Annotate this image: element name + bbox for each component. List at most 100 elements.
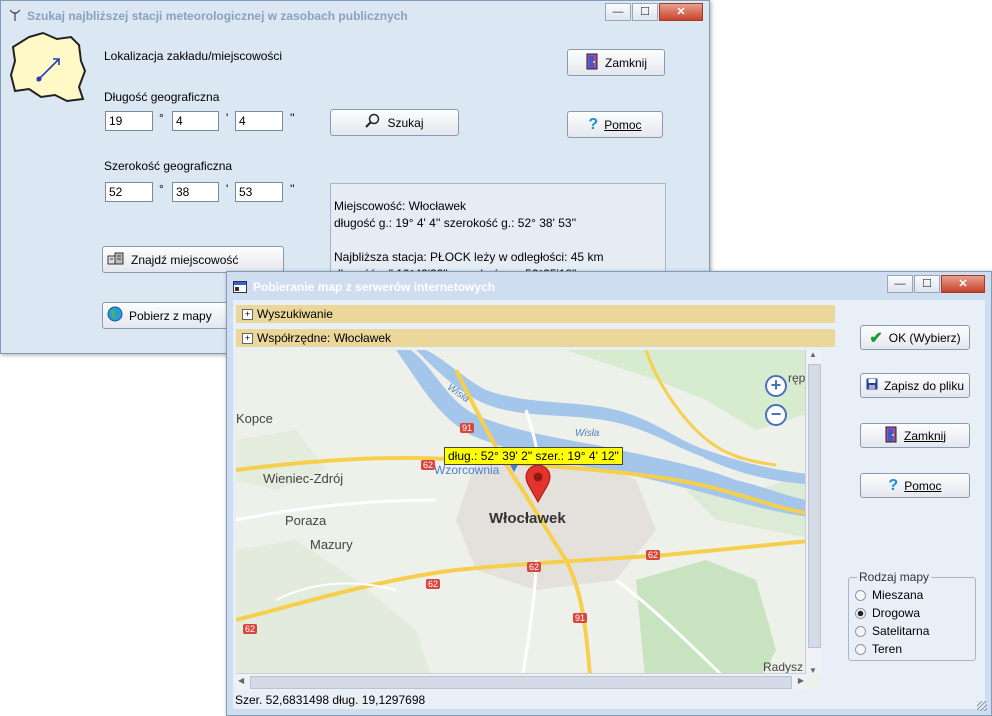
place-label: Poraza	[285, 513, 327, 528]
search-button-label: Szukaj	[387, 115, 424, 130]
minimize-button[interactable]: —	[605, 3, 631, 21]
find-place-button-label: Znajdź miejscowość	[131, 252, 239, 267]
close-button-label: Zamknij	[604, 55, 647, 70]
expand-icon: +	[242, 332, 253, 344]
floppy-disk-icon	[866, 378, 878, 393]
close-window-button[interactable]: ✕	[941, 275, 985, 293]
radio-circle	[855, 643, 866, 655]
latitude-label: Szerokość geograficzna	[104, 159, 233, 173]
scrollbar-thumb[interactable]	[250, 676, 792, 689]
place-label: Kopce	[236, 411, 273, 426]
road-shield: 62	[421, 460, 436, 470]
poland-map-icon	[9, 31, 87, 103]
minute-symbol: '	[226, 111, 229, 125]
latitude-seconds-input[interactable]	[235, 182, 283, 202]
latitude-minutes-input[interactable]	[172, 182, 219, 202]
result-line-station: Najbliższa stacja: PŁOCK leży w odległoś…	[334, 250, 604, 264]
location-label: Lokalizacja zakładu/miejscowości	[104, 49, 283, 63]
horizontal-scrollbar[interactable]: ◀ ▶	[236, 673, 806, 690]
degree-symbol: °	[159, 182, 164, 196]
download-map-button-label: Pobierz z mapy	[129, 308, 212, 323]
result-line-coords: długość g.: 19° 4' 4'' szerokość g.: 52°…	[334, 216, 577, 230]
scrollbar-thumb[interactable]	[808, 364, 821, 648]
expand-icon: +	[242, 308, 253, 320]
longitude-degrees-input[interactable]	[105, 111, 153, 131]
door-icon	[585, 52, 599, 73]
maximize-button[interactable]: ☐	[632, 3, 658, 21]
road-shield: 62	[646, 550, 661, 560]
help-button-label: Pomoc	[904, 478, 942, 493]
place-label: Radysz	[763, 660, 804, 674]
zoom-out-button[interactable]: −	[765, 404, 787, 426]
question-icon: ?	[888, 476, 899, 494]
ok-select-button[interactable]: ✔ OK (Wybierz)	[860, 325, 970, 350]
radio-mixed[interactable]: Mieszana	[855, 588, 923, 602]
longitude-label: Długość geograficzna	[104, 90, 220, 104]
radio-satellite[interactable]: Satelitarna	[855, 624, 929, 638]
minute-symbol: '	[226, 182, 229, 196]
result-line-place: Miejscowość: Włocławek	[334, 199, 467, 213]
section-search[interactable]: + Wyszukiwanie	[236, 305, 835, 323]
search-button[interactable]: Szukaj	[330, 109, 459, 136]
coordinate-tooltip: dług.: 52° 39' 2" szer.: 19° 4' 12"	[444, 447, 623, 465]
radio-label: Mieszana	[872, 588, 924, 602]
map-type-label: Rodzaj mapy	[857, 570, 932, 584]
help-button-label: Pomoc	[604, 117, 642, 132]
city-label: Włocławek	[489, 510, 566, 527]
map-download-window: Pobieranie map z serwerów internetowych …	[226, 271, 992, 716]
second-symbol: ''	[290, 182, 295, 196]
radio-label: Teren	[872, 642, 903, 656]
window-title: Szukaj najbliższej stacji meteorologiczn…	[27, 9, 408, 23]
radio-circle-selected	[855, 607, 866, 619]
find-place-button[interactable]: Znajdź miejscowość	[102, 246, 284, 273]
section-coordinates-label: Współrzędne: Włocławek	[257, 331, 392, 345]
question-icon: ?	[588, 115, 599, 133]
poi-label: Wzorcownia	[434, 463, 500, 477]
minimize-button[interactable]: —	[887, 275, 913, 293]
antenna-icon	[9, 9, 21, 21]
latitude-degrees-input[interactable]	[105, 182, 153, 202]
zoom-in-button[interactable]: +	[765, 375, 787, 397]
section-search-label: Wyszukiwanie	[257, 307, 333, 321]
radio-terrain[interactable]: Teren	[855, 642, 902, 656]
longitude-minutes-input[interactable]	[172, 111, 219, 131]
road-shield: 91	[573, 613, 588, 623]
window-title: Pobieranie map z serwerów internetowych	[253, 280, 496, 294]
second-symbol: ''	[290, 111, 295, 125]
status-bar-text: Szer. 52,6831498 dług. 19,1297698	[235, 693, 426, 707]
door-icon	[884, 425, 898, 446]
close-button[interactable]: Zamknij	[567, 49, 665, 76]
title-bar[interactable]: Pobieranie map z serwerów internetowych …	[227, 272, 991, 300]
place-label: Wieniec-Zdrój	[263, 471, 344, 486]
radio-label: Satelitarna	[872, 624, 930, 638]
radio-label: Drogowa	[872, 606, 921, 620]
vertical-scrollbar[interactable]: ▲ ▼	[805, 350, 822, 675]
help-button[interactable]: ? Pomoc	[860, 473, 970, 498]
download-map-button[interactable]: Pobierz z mapy	[102, 302, 230, 329]
ok-button-label: OK (Wybierz)	[888, 330, 961, 345]
magnifier-icon	[365, 113, 381, 132]
save-button-label: Zapisz do pliku	[883, 378, 965, 393]
radio-road[interactable]: Drogowa	[855, 606, 920, 620]
window-icon	[233, 281, 247, 293]
degree-symbol: °	[159, 111, 164, 125]
save-to-file-button[interactable]: Zapisz do pliku	[860, 373, 970, 398]
close-button[interactable]: Zamknij	[860, 423, 970, 448]
maximize-button[interactable]: ☐	[914, 275, 940, 293]
help-button[interactable]: ? Pomoc	[567, 111, 663, 138]
longitude-seconds-input[interactable]	[235, 111, 283, 131]
section-coordinates[interactable]: + Współrzędne: Włocławek	[236, 329, 835, 347]
location-pin-icon	[525, 465, 551, 503]
road-shield: 91	[460, 423, 475, 433]
map-view[interactable]: + − Kopce Wieniec-Zdrój Poraza Mazury Wz…	[236, 350, 819, 689]
resize-grip-icon[interactable]	[977, 701, 987, 711]
close-button-label: Zamknij	[903, 428, 946, 443]
title-bar[interactable]: Szukaj najbliższej stacji meteorologiczn…	[1, 1, 709, 31]
radio-circle	[855, 625, 866, 637]
road-shield: 62	[527, 562, 542, 572]
radio-circle	[855, 589, 866, 601]
road-shield: 62	[426, 579, 441, 589]
buildings-icon	[107, 251, 125, 268]
globe-icon	[107, 306, 123, 325]
close-window-button[interactable]: ✕	[659, 3, 703, 21]
